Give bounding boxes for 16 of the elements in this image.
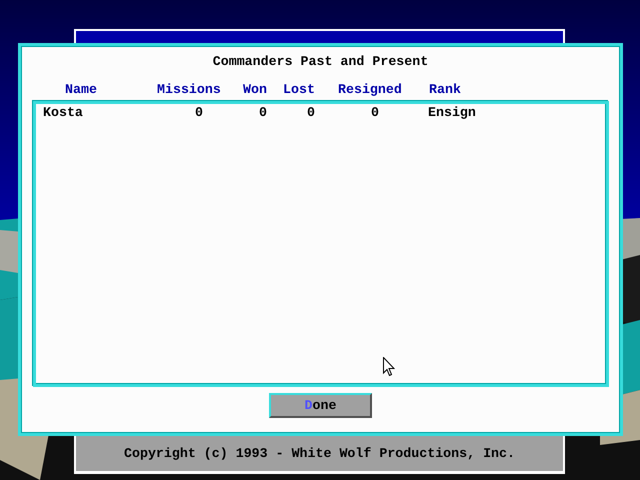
column-header: Lost bbox=[283, 82, 315, 98]
column-header: Resigned bbox=[338, 82, 402, 98]
table-cell: 0 bbox=[259, 105, 267, 121]
done-button[interactable]: Done bbox=[269, 393, 372, 418]
copyright-text: Copyright (c) 1993 - White Wolf Productions, Inc. bbox=[124, 446, 515, 460]
column-header: Won bbox=[243, 82, 267, 98]
column-header: Missions bbox=[157, 82, 221, 98]
table-cell: 0 bbox=[307, 105, 315, 121]
table-cell: Kosta bbox=[43, 105, 83, 121]
table-cell: 0 bbox=[371, 105, 379, 121]
table-cell: 0 bbox=[195, 105, 203, 121]
dialog-title: Commanders Past and Present bbox=[212, 54, 430, 70]
table-cell: Ensign bbox=[428, 105, 476, 121]
mouse-pointer-icon bbox=[383, 357, 395, 376]
column-header: Rank bbox=[429, 82, 461, 98]
column-header: Name bbox=[65, 82, 97, 98]
